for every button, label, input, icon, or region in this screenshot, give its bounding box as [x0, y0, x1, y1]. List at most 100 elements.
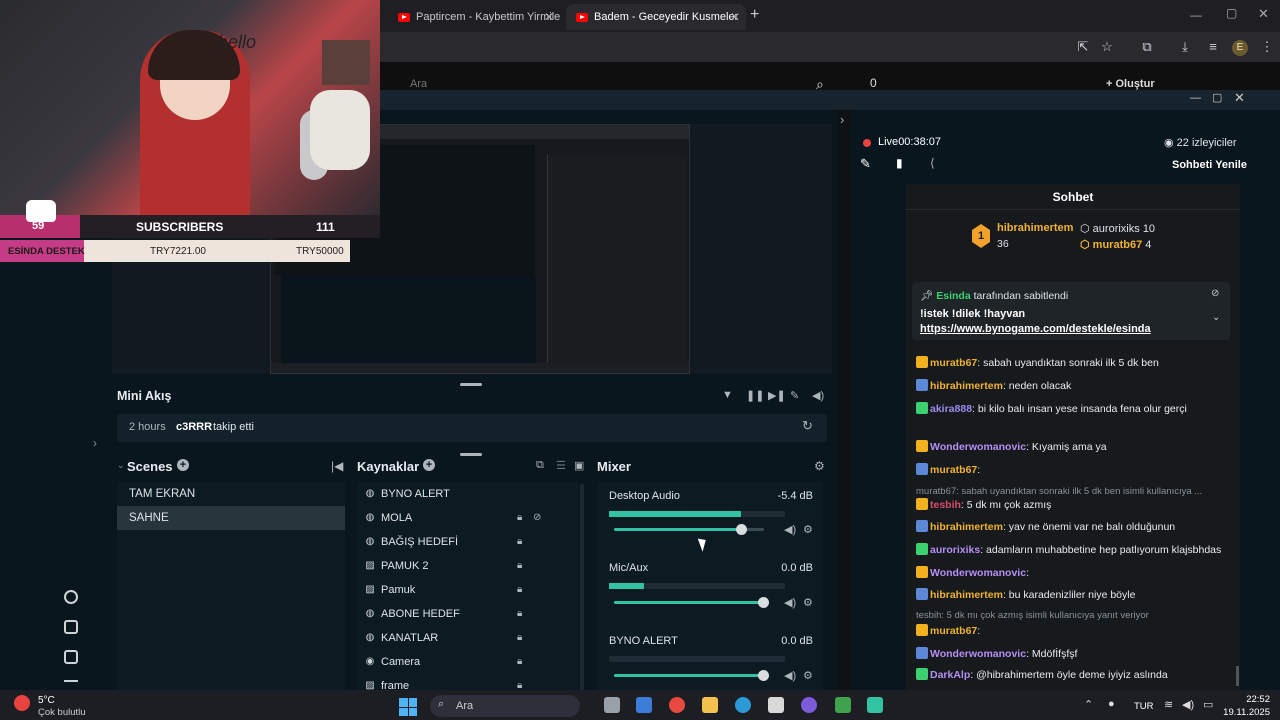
- sl-minimize-icon[interactable]: —: [1190, 92, 1201, 104]
- source-item[interactable]: ◍ MOLA 🔒︎ ⊘: [357, 506, 579, 530]
- source-item[interactable]: ▨ Pamuk 🔒︎: [357, 578, 579, 602]
- chat-message[interactable]: tesbih: 5 dk mı çok azmış: [916, 498, 1234, 512]
- record-icon[interactable]: ▮: [896, 156, 903, 170]
- file-explorer-icon[interactable]: [702, 697, 718, 713]
- channel-settings-icon[interactable]: ⚙: [803, 523, 813, 536]
- taskbar-search[interactable]: ⌕ Ara: [430, 695, 580, 717]
- speaker-icon[interactable]: ◀): [784, 596, 796, 609]
- speaker-icon[interactable]: ◀): [784, 669, 796, 682]
- refresh-chat-button[interactable]: Sohbeti Yenile: [1172, 159, 1247, 171]
- edge-icon[interactable]: [735, 697, 751, 713]
- chat-message[interactable]: hibrahimertem: bu karadenizliler niye bö…: [916, 588, 1234, 602]
- source-item[interactable]: ◍ KANATLAR 🔒︎: [357, 626, 579, 650]
- weather-temp[interactable]: 5°C: [38, 695, 55, 706]
- edit-stream-icon[interactable]: ✎: [860, 156, 871, 172]
- chat-message[interactable]: muratb67: sabah uyandıktan sonraki ilk 5…: [916, 356, 1234, 370]
- scene-item[interactable]: TAM EKRAN: [117, 482, 345, 506]
- extensions-icon[interactable]: ⧉: [1138, 38, 1156, 56]
- browser-tab-2[interactable]: Badem - Geceyedir Kusmeler ✕: [566, 4, 746, 30]
- sources-scrollbar[interactable]: [580, 484, 584, 690]
- source-item[interactable]: ◉ Camera 🔒︎: [357, 650, 579, 674]
- channel-settings-icon[interactable]: ⚙: [803, 669, 813, 682]
- chat-reply-context[interactable]: muratb67: sabah uyandıktan sonraki ilk 5…: [916, 485, 1234, 499]
- add-source-button[interactable]: +: [423, 459, 435, 471]
- more-icon[interactable]: [64, 680, 78, 690]
- chat-scrollbar[interactable]: [1236, 666, 1239, 686]
- speaker-icon[interactable]: ◀): [1182, 698, 1194, 711]
- search-icon[interactable]: ⌕: [816, 76, 824, 90]
- second-user[interactable]: ⬡ aurorixiks 10: [1080, 222, 1155, 235]
- resize-handle[interactable]: [460, 453, 482, 456]
- lock-icon[interactable]: 🔒︎: [517, 674, 522, 690]
- profile-avatar[interactable]: E: [1232, 40, 1248, 56]
- streamlabs-icon[interactable]: [867, 697, 883, 713]
- replay-icon[interactable]: ↻: [802, 418, 813, 434]
- volume-slider-knob[interactable]: [758, 670, 769, 681]
- chat-username[interactable]: hibrahimertem: [930, 521, 1003, 533]
- volume-icon[interactable]: ◀): [812, 389, 824, 402]
- download-icon[interactable]: ⤓: [1176, 38, 1194, 56]
- xbox-icon[interactable]: [835, 697, 851, 713]
- close-tab-icon[interactable]: ✕: [730, 4, 740, 30]
- lock-icon[interactable]: 🔒︎: [517, 578, 522, 602]
- top-user[interactable]: hibrahimertem: [997, 222, 1073, 234]
- source-item[interactable]: ◍ BAĞIŞ HEDEFİ 🔒︎: [357, 530, 579, 554]
- minimize-icon[interactable]: —: [1190, 8, 1202, 22]
- lock-icon[interactable]: 🔒︎: [517, 626, 522, 650]
- mic-icon[interactable]: ●: [1108, 698, 1115, 710]
- chat-message[interactable]: Wonderwomanovic: Mdöfİfşfşf: [916, 647, 1234, 661]
- chat-reply-context[interactable]: tesbih: 5 dk mı çok azmış isimli kullanı…: [916, 609, 1234, 623]
- unpin-icon[interactable]: ⊘: [1211, 288, 1219, 299]
- chat-message[interactable]: aurorixiks: adamların muhabbetine hep pa…: [916, 543, 1234, 557]
- source-properties-icon[interactable]: ▣: [574, 459, 584, 472]
- lock-icon[interactable]: 🔒︎: [517, 650, 522, 674]
- close-tab-icon[interactable]: ✕: [544, 4, 554, 30]
- lock-icon[interactable]: 🔒︎: [517, 602, 522, 626]
- browser-menu-icon[interactable]: ⋮: [1258, 38, 1276, 56]
- chat-message[interactable]: DarkAlp: @hibrahimertem öyle deme iyiyiz…: [916, 668, 1234, 682]
- windows-start-icon[interactable]: [399, 698, 417, 716]
- lock-icon[interactable]: 🔒︎: [517, 530, 522, 554]
- mixer-settings-icon[interactable]: ⚙: [814, 459, 825, 473]
- scene-transition-icon[interactable]: |◀: [331, 459, 343, 473]
- skip-icon[interactable]: ▶❚: [768, 389, 786, 402]
- chat-message[interactable]: muratb67:: [916, 463, 1234, 477]
- share-icon[interactable]: ⟨: [930, 156, 935, 170]
- weather-icon[interactable]: [14, 695, 30, 711]
- sl-close-icon[interactable]: ✕: [1234, 90, 1245, 106]
- panel-toggle-chevron-icon[interactable]: ›: [840, 112, 844, 127]
- event-user[interactable]: c3RRR: [176, 421, 212, 433]
- source-folder-icon[interactable]: ☰: [556, 459, 566, 472]
- chat-username[interactable]: muratb67: [930, 625, 977, 637]
- source-item[interactable]: ◍ BYNO ALERT: [357, 482, 579, 506]
- new-tab-button[interactable]: +: [750, 6, 759, 24]
- task-view-icon[interactable]: [604, 697, 620, 713]
- browser-tab-1[interactable]: Paptircem - Kaybettim Yirmiler ✕: [388, 4, 560, 30]
- tray-chevron-icon[interactable]: ⌃: [1084, 698, 1093, 711]
- channel-settings-icon[interactable]: ⚙: [803, 596, 813, 609]
- chat-username[interactable]: muratb67: [930, 357, 977, 369]
- media-control-icon[interactable]: ≡: [1204, 38, 1222, 56]
- third-user[interactable]: ⬡ muratb67 4: [1080, 238, 1151, 251]
- chat-message[interactable]: Wonderwomanovic:: [916, 566, 1234, 580]
- chat-username[interactable]: tesbih: [930, 499, 961, 511]
- chat-message[interactable]: muratb67:: [916, 624, 1234, 638]
- source-item[interactable]: ▨ frame 🔒︎: [357, 674, 579, 690]
- chat-username[interactable]: hibrahimertem: [930, 380, 1003, 392]
- source-item[interactable]: ▨ PAMUK 2 🔒︎: [357, 554, 579, 578]
- chat-username[interactable]: akira888: [930, 403, 972, 415]
- chrome-icon[interactable]: [669, 697, 685, 713]
- source-group-icon[interactable]: ⧉: [536, 459, 544, 472]
- studio-mode-icon[interactable]: [64, 590, 78, 604]
- lock-icon[interactable]: 🔒︎: [517, 554, 522, 578]
- collapse-chevron-icon[interactable]: ⌄: [117, 460, 125, 471]
- youtube-search-input[interactable]: Ara: [410, 78, 427, 90]
- store-icon[interactable]: [768, 697, 784, 713]
- app-icon[interactable]: [801, 697, 817, 713]
- hidden-eye-icon[interactable]: ⊘: [533, 506, 541, 530]
- battery-icon[interactable]: ▭: [1203, 698, 1213, 711]
- chat-username[interactable]: DarkAlp: [930, 669, 970, 681]
- create-button[interactable]: + Oluştur: [1106, 78, 1155, 90]
- chat-username[interactable]: Wonderwomanovic: [930, 567, 1026, 579]
- scene-item-selected[interactable]: SAHNE: [117, 506, 345, 530]
